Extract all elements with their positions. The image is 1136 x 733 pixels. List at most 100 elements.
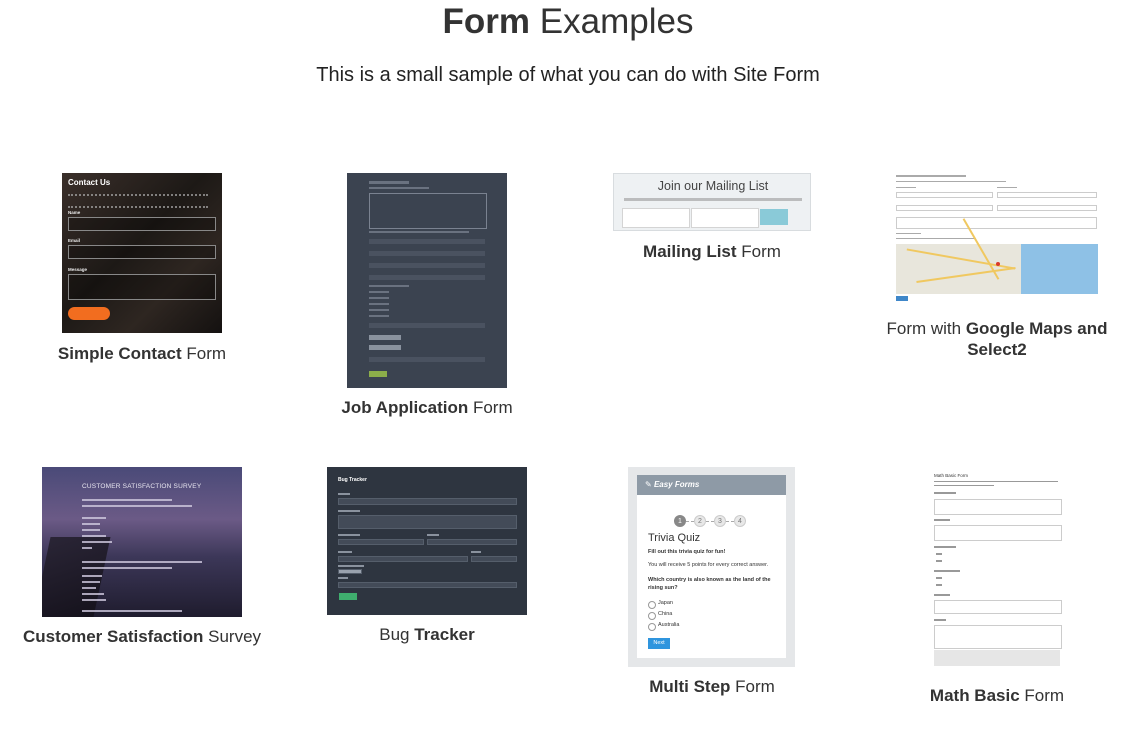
multi-step-preview[interactable]: ✎ Easy Forms 1 2 3 4 Trivia Quiz Fill ou… bbox=[628, 467, 795, 667]
job-preview-text-line bbox=[369, 315, 389, 317]
math-preview-result-field bbox=[934, 625, 1062, 649]
job-application-caption[interactable]: Job Application Form bbox=[307, 397, 547, 418]
multi-preview-option: China bbox=[658, 611, 673, 617]
customer-satisfaction-caption[interactable]: Customer Satisfaction Survey bbox=[2, 626, 282, 647]
math-preview-label bbox=[934, 570, 960, 572]
bug-preview-label bbox=[427, 534, 439, 536]
survey-preview-heading: CUSTOMER SATISFACTION SURVEY bbox=[82, 483, 202, 490]
caption-rest: Form bbox=[730, 677, 775, 696]
maps-preview-field bbox=[997, 192, 1097, 198]
bug-preview-label bbox=[338, 551, 352, 553]
multi-preview-step-2: 2 bbox=[694, 515, 706, 527]
survey-preview-option bbox=[82, 581, 100, 583]
job-preview-title-line bbox=[369, 181, 409, 184]
maps-preview-field bbox=[896, 192, 993, 198]
survey-preview-option bbox=[82, 593, 104, 595]
multi-preview-brand: Easy Forms bbox=[653, 480, 700, 489]
math-preview-label bbox=[934, 519, 950, 521]
job-preview-field bbox=[369, 357, 485, 362]
bug-tracker-preview[interactable]: Bug Tracker bbox=[327, 467, 527, 615]
multi-preview-note: You will receive 5 points for every corr… bbox=[648, 562, 769, 568]
mailing-preview-submit-button bbox=[760, 209, 788, 225]
math-basic-preview[interactable]: Math Basic Form bbox=[930, 467, 1062, 667]
survey-preview-option bbox=[82, 599, 106, 601]
bug-preview-label bbox=[338, 534, 360, 536]
math-preview-radio bbox=[936, 560, 942, 562]
bug-preview-label bbox=[338, 493, 350, 495]
multi-preview-step-connector bbox=[706, 521, 714, 523]
bug-preview-label bbox=[338, 577, 348, 579]
multi-preview-question: Which country is also known as the land … bbox=[648, 577, 771, 591]
survey-preview-option bbox=[82, 587, 96, 589]
contact-preview-message-field bbox=[68, 274, 216, 300]
mailing-list-caption[interactable]: Mailing List Form bbox=[592, 241, 832, 262]
multi-preview-radio bbox=[648, 612, 656, 620]
survey-preview-text-line bbox=[82, 505, 192, 507]
math-preview-label bbox=[934, 492, 956, 494]
multi-preview-radio bbox=[648, 601, 656, 609]
job-preview-text-line bbox=[369, 303, 389, 305]
google-maps-preview[interactable] bbox=[895, 173, 1099, 303]
survey-preview-text-line bbox=[82, 610, 182, 612]
survey-preview-text-line bbox=[82, 567, 172, 569]
maps-preview-text-line bbox=[896, 233, 921, 234]
maps-preview-textarea bbox=[896, 217, 1097, 229]
bug-preview-select bbox=[338, 582, 517, 588]
google-maps-caption[interactable]: Form with Google Maps and Select2 bbox=[872, 318, 1122, 360]
survey-preview-text-line bbox=[82, 561, 202, 563]
multi-preview-step-4: 4 bbox=[734, 515, 746, 527]
survey-preview-option bbox=[82, 575, 102, 577]
survey-preview-option bbox=[82, 523, 100, 525]
multi-preview-card: ✎ Easy Forms 1 2 3 4 Trivia Quiz Fill ou… bbox=[637, 475, 786, 658]
job-preview-field bbox=[369, 239, 485, 244]
job-application-preview[interactable] bbox=[347, 173, 507, 388]
bug-preview-label bbox=[338, 565, 364, 567]
map-marker-icon bbox=[996, 262, 1000, 266]
job-preview-field bbox=[369, 263, 485, 268]
simple-contact-caption[interactable]: Simple Contact Form bbox=[22, 343, 262, 364]
math-preview-label bbox=[934, 619, 946, 621]
caption-bold: Customer Satisfaction bbox=[22, 627, 204, 646]
maps-preview-title-line bbox=[896, 175, 966, 177]
caption-bold: Simple Contact bbox=[57, 344, 182, 363]
job-preview-text-line bbox=[369, 291, 389, 293]
bug-preview-heading: Bug Tracker bbox=[338, 477, 367, 483]
math-preview-text-line bbox=[934, 481, 1058, 482]
maps-preview-map bbox=[896, 218, 1098, 294]
simple-contact-preview[interactable]: Contact Us Name Email Message bbox=[62, 173, 222, 333]
math-basic-caption[interactable]: Math Basic Form bbox=[877, 685, 1117, 706]
bug-preview-select bbox=[471, 556, 517, 562]
math-preview-radio bbox=[936, 577, 942, 579]
caption-bold: Job Application bbox=[341, 398, 469, 417]
caption-bold: Tracker bbox=[414, 625, 475, 644]
contact-preview-name-label: Name bbox=[68, 210, 81, 215]
mailing-preview-subtext bbox=[624, 198, 802, 201]
mailing-list-preview[interactable]: Join our Mailing List bbox=[613, 173, 811, 231]
job-preview-subtitle-line bbox=[369, 187, 429, 189]
bug-preview-submit-button bbox=[339, 593, 357, 600]
mailing-preview-email-input bbox=[691, 208, 759, 228]
caption-rest: Form bbox=[181, 344, 227, 363]
contact-preview-message-label: Message bbox=[68, 267, 88, 272]
multi-preview-next-button: Next bbox=[648, 638, 670, 649]
maps-preview-select bbox=[896, 205, 993, 211]
contact-preview-email-field bbox=[68, 245, 216, 259]
contact-preview-heading: Contact Us bbox=[68, 178, 111, 187]
job-preview-text-line bbox=[369, 285, 409, 287]
job-preview-text-line bbox=[369, 297, 389, 299]
caption-bold: Multi Step bbox=[649, 677, 731, 696]
caption-rest: Form bbox=[468, 398, 513, 417]
maps-preview-text-line bbox=[896, 181, 1006, 182]
bug-tracker-caption[interactable]: Bug Tracker bbox=[307, 624, 547, 645]
caption-rest: Survey bbox=[203, 627, 262, 646]
multi-preview-step-3: 3 bbox=[714, 515, 726, 527]
math-preview-text-line bbox=[934, 485, 994, 486]
survey-preview-option bbox=[82, 547, 92, 549]
multi-preview-radio bbox=[648, 623, 656, 631]
mailing-preview-heading: Join our Mailing List bbox=[657, 179, 769, 193]
multi-step-caption[interactable]: Multi Step Form bbox=[592, 676, 832, 697]
math-preview-footer bbox=[934, 650, 1060, 666]
bug-preview-select bbox=[338, 539, 424, 545]
math-preview-radio bbox=[936, 553, 942, 555]
customer-satisfaction-preview[interactable]: CUSTOMER SATISFACTION SURVEY bbox=[42, 467, 242, 617]
